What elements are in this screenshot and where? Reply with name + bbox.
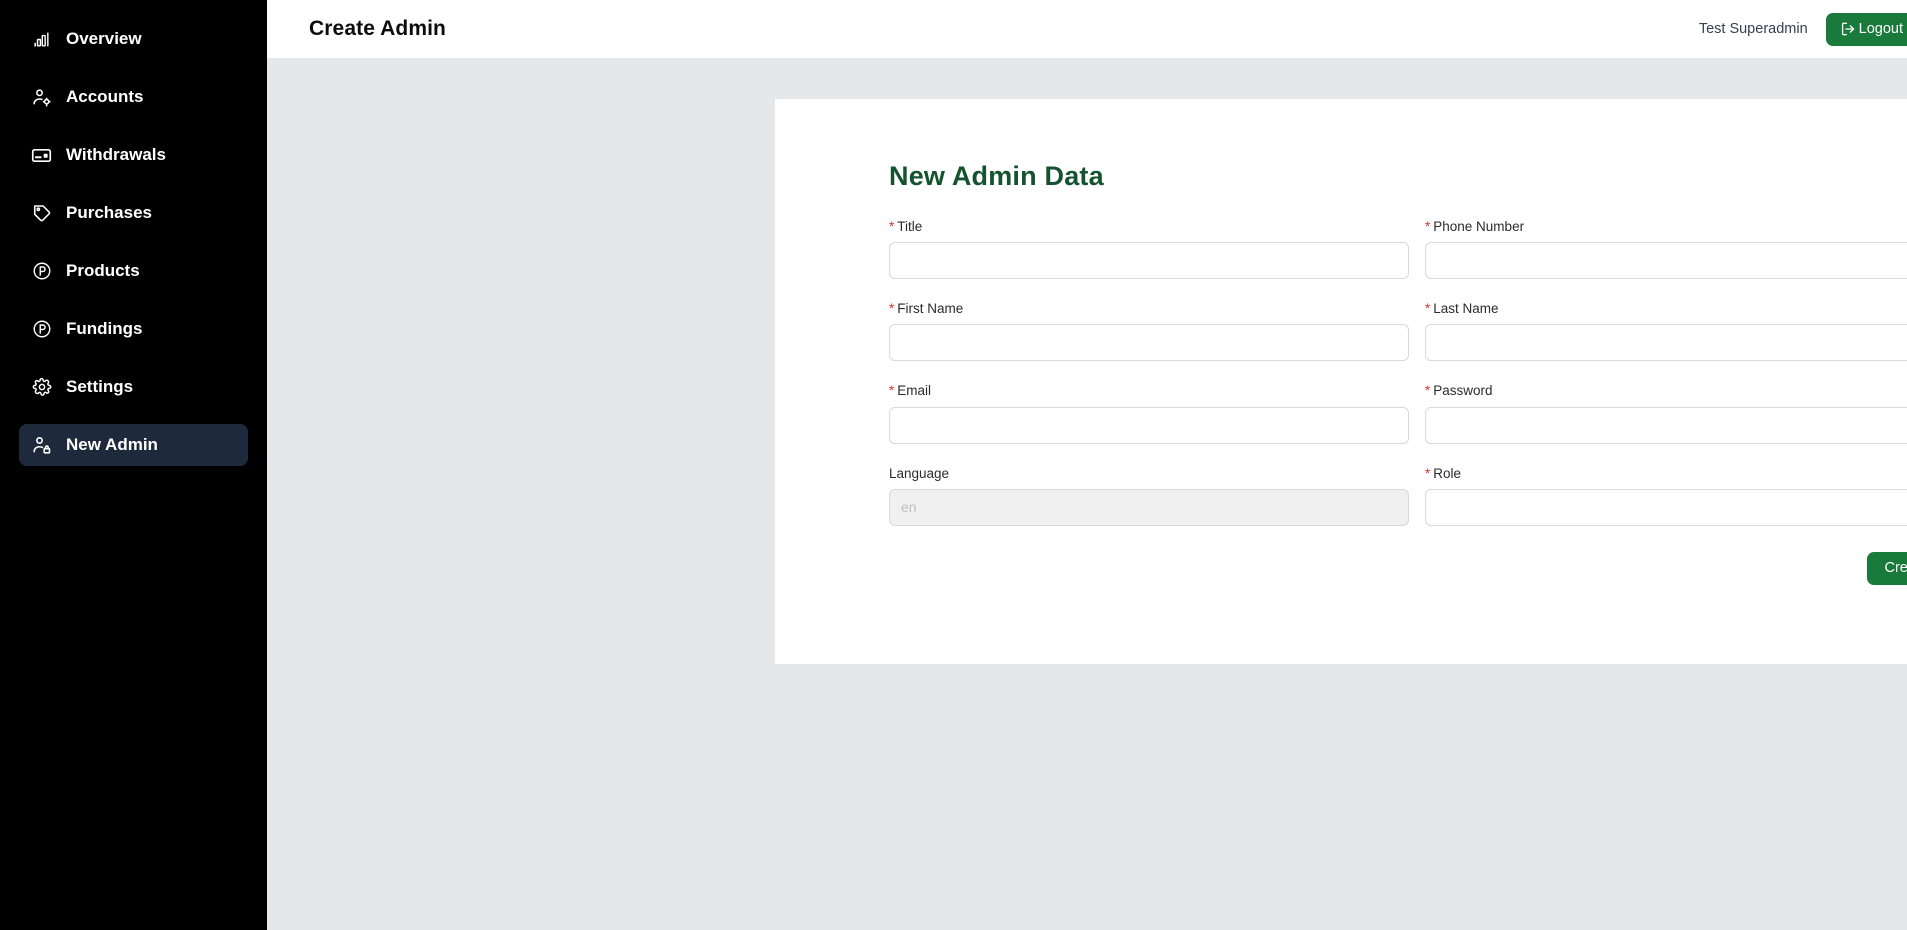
sidebar-item-label: New Admin — [66, 435, 158, 454]
field-last-name-label: * Last Name — [1425, 301, 1907, 317]
form-grid: * Title * Phone Number * First Name * La… — [889, 219, 1907, 526]
sidebar-item-label: Overview — [66, 29, 142, 48]
content-area: New Admin Data * Title * Phone Number * … — [267, 58, 1907, 930]
password-input[interactable] — [1425, 406, 1907, 444]
new-admin-form-card: New Admin Data * Title * Phone Number * … — [775, 99, 1907, 664]
field-phone-number-label-text: Phone Number — [1433, 219, 1525, 234]
phone-number-input[interactable] — [1425, 242, 1907, 280]
required-marker: * — [1425, 465, 1431, 481]
field-first-name-label: * First Name — [889, 301, 1409, 317]
sidebar-item-purchases[interactable]: Purchases — [19, 192, 248, 234]
sidebar-item-products[interactable]: Products — [19, 250, 248, 292]
gear-icon — [31, 377, 52, 398]
main-region: Create Admin Test Superadmin Logout New … — [267, 0, 1907, 930]
form-actions: Create — [831, 551, 1907, 585]
required-marker: * — [889, 301, 895, 317]
field-password: * Password — [1425, 383, 1907, 444]
sidebar-item-label: Accounts — [66, 87, 144, 106]
user-lock-icon — [31, 435, 52, 456]
field-email-label-text: Email — [897, 383, 932, 399]
circle-p-icon — [31, 261, 52, 282]
sidebar-item-accounts[interactable]: Accounts — [19, 76, 248, 118]
page-title: Create Admin — [309, 17, 446, 40]
field-title-input-wrap — [889, 242, 1409, 280]
language-input — [889, 488, 1409, 526]
required-marker: * — [1425, 383, 1431, 399]
field-language-label: Language — [889, 466, 1409, 482]
field-role: * Role — [1425, 466, 1907, 526]
field-role-label: * Role — [1425, 466, 1907, 482]
required-marker: * — [1425, 301, 1431, 317]
sidebar-item-settings[interactable]: Settings — [19, 366, 248, 408]
last-name-input[interactable] — [1425, 324, 1907, 362]
tag-icon — [31, 203, 52, 224]
field-first-name-input-wrap — [889, 324, 1409, 362]
required-marker: * — [1425, 219, 1431, 234]
field-phone-number-input-wrap — [1425, 242, 1907, 280]
email-input[interactable] — [889, 406, 1409, 444]
sidebar-item-label: Fundings — [66, 319, 143, 338]
sidebar-item-withdrawals[interactable]: Withdrawals — [19, 134, 248, 176]
circle-p-icon — [31, 319, 52, 340]
field-language: Language — [889, 466, 1409, 526]
sidebar-item-label: Settings — [66, 377, 134, 396]
first-name-input[interactable] — [889, 324, 1409, 362]
logout-label: Logout — [1858, 21, 1903, 37]
field-first-name-label-text: First Name — [897, 301, 964, 317]
sidebar-item-new-admin[interactable]: New Admin — [19, 424, 248, 466]
field-first-name: * First Name — [889, 301, 1409, 362]
title-input[interactable] — [889, 242, 1409, 280]
field-language-label-text: Language — [889, 465, 950, 481]
logout-button[interactable]: Logout — [1825, 12, 1907, 46]
required-marker: * — [889, 219, 895, 234]
bar-chart-icon — [31, 29, 52, 50]
field-last-name-label-text: Last Name — [1433, 301, 1499, 317]
role-select[interactable] — [1425, 488, 1907, 526]
create-button[interactable]: Create — [1867, 551, 1907, 585]
sidebar-item-overview[interactable]: Overview — [19, 18, 248, 60]
user-gear-icon — [31, 87, 52, 108]
field-email-input-wrap — [889, 406, 1409, 444]
field-title-label-text: Title — [897, 219, 923, 234]
credit-card-icon — [31, 145, 52, 166]
field-language-input-wrap — [889, 488, 1409, 526]
field-password-label: * Password — [1425, 383, 1907, 399]
field-role-label-text: Role — [1433, 465, 1462, 481]
field-title: * Title — [889, 219, 1409, 280]
top-bar: Create Admin Test Superadmin Logout — [267, 0, 1907, 58]
field-last-name-input-wrap — [1425, 324, 1907, 362]
topbar-right-group: Test Superadmin Logout — [1698, 12, 1907, 46]
field-email: * Email — [889, 383, 1409, 444]
user-name: Test Superadmin — [1698, 21, 1808, 37]
field-password-label-text: Password — [1433, 383, 1493, 399]
required-marker: * — [889, 383, 895, 399]
logout-icon — [1840, 21, 1856, 37]
sidebar: Overview Accounts Withdrawals Purchases … — [0, 0, 267, 930]
field-password-input-wrap — [1425, 406, 1907, 444]
field-title-label: * Title — [889, 219, 1409, 235]
sidebar-item-label: Purchases — [66, 203, 152, 222]
form-heading: New Admin Data — [889, 161, 1104, 191]
field-email-label: * Email — [889, 383, 1409, 399]
field-phone-number: * Phone Number — [1425, 219, 1907, 280]
sidebar-item-label: Products — [66, 261, 140, 280]
sidebar-item-fundings[interactable]: Fundings — [19, 308, 248, 350]
field-last-name: * Last Name — [1425, 301, 1907, 362]
sidebar-item-label: Withdrawals — [66, 145, 166, 164]
field-phone-number-label: * Phone Number — [1425, 219, 1907, 235]
